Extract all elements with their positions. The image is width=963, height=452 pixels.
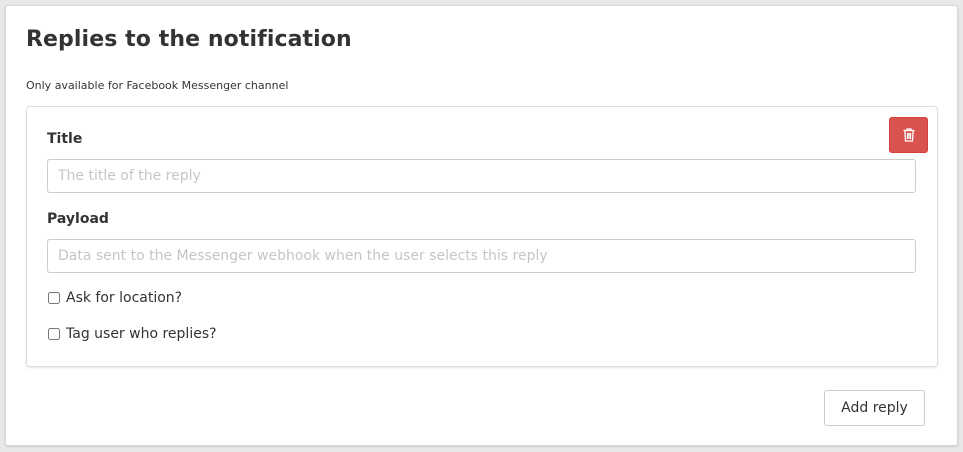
ask-location-option: Ask for location?	[48, 290, 182, 306]
payload-label: Payload	[47, 211, 109, 227]
panel-subtitle: Only available for Facebook Messenger ch…	[26, 79, 289, 92]
delete-reply-button[interactable]	[889, 117, 928, 153]
ask-location-checkbox[interactable]	[48, 292, 60, 304]
replies-panel: Replies to the notification Only availab…	[5, 5, 958, 446]
tag-user-checkbox[interactable]	[48, 328, 60, 340]
trash-icon	[903, 128, 915, 142]
add-reply-button[interactable]: Add reply	[824, 390, 925, 426]
tag-user-label: Tag user who replies?	[66, 326, 217, 342]
ask-location-label: Ask for location?	[66, 290, 183, 306]
reply-payload-input[interactable]	[47, 239, 916, 273]
reply-title-input[interactable]	[47, 159, 916, 193]
panel-title: Replies to the notification	[26, 27, 352, 52]
title-label: Title	[47, 131, 83, 147]
reply-card: Title Payload Ask for location? Tag user…	[26, 106, 938, 367]
tag-user-option: Tag user who replies?	[48, 326, 217, 342]
